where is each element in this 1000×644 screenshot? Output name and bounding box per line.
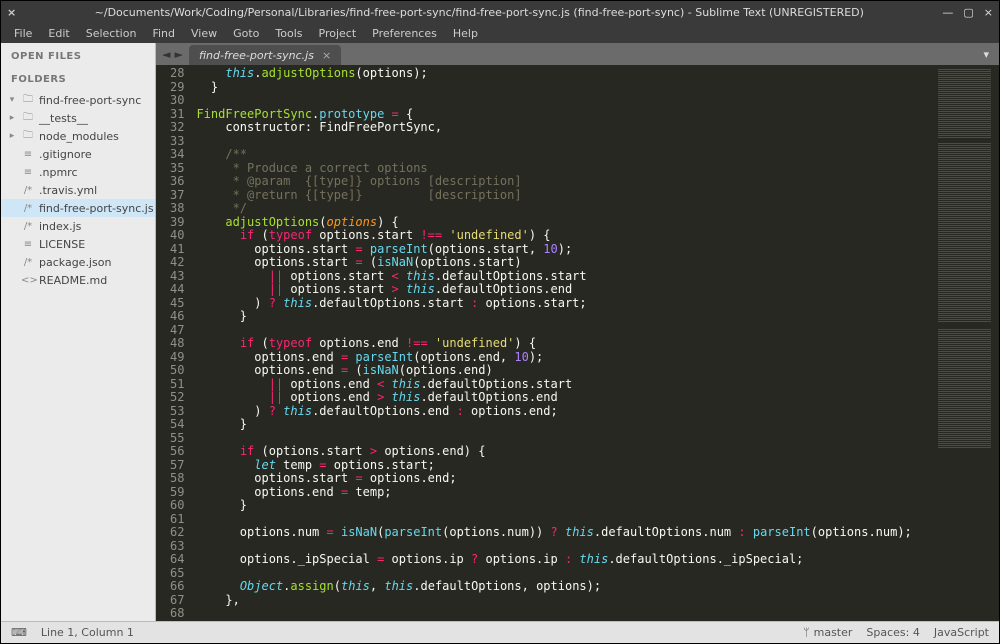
menu-edit[interactable]: Edit: [41, 25, 76, 42]
window-close-icon-right[interactable]: ×: [984, 6, 993, 19]
file-row[interactable]: /* package.json: [1, 253, 155, 271]
minimap-block: [938, 329, 991, 449]
menu-view[interactable]: View: [184, 25, 224, 42]
tree-item-label: README.md: [39, 274, 107, 287]
status-git-branch[interactable]: ᛘ master: [803, 626, 852, 639]
menu-bar: FileEditSelectionFindViewGotoToolsProjec…: [1, 23, 999, 43]
project-root[interactable]: ▾ 🗀 find-free-port-sync: [1, 91, 155, 109]
tree-item-label: .gitignore: [39, 148, 92, 161]
git-branch-icon: ᛘ: [803, 626, 810, 639]
file-icon: /*: [21, 257, 35, 268]
file-icon: /*: [21, 185, 35, 196]
menu-selection[interactable]: Selection: [79, 25, 144, 42]
chevron-down-icon: ▾: [7, 95, 17, 105]
sidebar: OPEN FILES FOLDERS ▾ 🗀 find-free-port-sy…: [1, 43, 156, 621]
menu-tools[interactable]: Tools: [268, 25, 309, 42]
window-minimize-icon[interactable]: —: [942, 6, 953, 19]
tab-nav-left-icon[interactable]: ◄: [162, 48, 170, 61]
file-icon: ≡: [21, 149, 35, 160]
window-titlebar: × ~/Documents/Work/Coding/Personal/Libra…: [1, 1, 999, 23]
file-icon: <>: [21, 275, 35, 286]
file-row[interactable]: /* find-free-port-sync.js: [1, 199, 155, 217]
tree-item-label: __tests__: [39, 112, 88, 125]
editor-area: ◄ ► find-free-port-sync.js × ▾ 282930313…: [156, 43, 999, 621]
tab-active[interactable]: find-free-port-sync.js ×: [189, 45, 341, 65]
status-syntax[interactable]: JavaScript: [934, 626, 989, 639]
file-row[interactable]: /* index.js: [1, 217, 155, 235]
minimap-block: [938, 143, 991, 323]
tree-item-label: package.json: [39, 256, 111, 269]
tree-item-label: .npmrc: [39, 166, 78, 179]
file-row[interactable]: <> README.md: [1, 271, 155, 289]
tab-bar: ◄ ► find-free-port-sync.js × ▾: [156, 43, 999, 65]
minimap[interactable]: [934, 65, 999, 621]
menu-goto[interactable]: Goto: [226, 25, 266, 42]
folder-row[interactable]: ▸ 🗀 node_modules: [1, 127, 155, 145]
file-icon: ≡: [21, 239, 35, 250]
file-row[interactable]: ≡ LICENSE: [1, 235, 155, 253]
folder-icon: 🗀: [21, 128, 35, 145]
code-editor[interactable]: this.adjustOptions(options); } FindFreeP…: [192, 65, 934, 621]
folders-header: FOLDERS: [1, 66, 155, 89]
line-gutter: 2829303132333435363738394041424344454647…: [156, 65, 192, 621]
minimap-block: [938, 69, 991, 139]
console-toggle-icon[interactable]: ⌨: [11, 626, 27, 639]
window-title: ~/Documents/Work/Coding/Personal/Librari…: [16, 6, 942, 19]
file-row[interactable]: ≡ .gitignore: [1, 145, 155, 163]
window-maximize-icon[interactable]: ▢: [963, 6, 973, 19]
code-container: 2829303132333435363738394041424344454647…: [156, 65, 999, 621]
chevron-right-icon: ▸: [7, 113, 17, 123]
status-indentation[interactable]: Spaces: 4: [866, 626, 919, 639]
git-branch-name: master: [814, 626, 853, 639]
tree-item-label: node_modules: [39, 130, 119, 143]
tree-item-label: .travis.yml: [39, 184, 97, 197]
tree-item-label: LICENSE: [39, 238, 85, 251]
folder-icon: 🗀: [21, 92, 35, 109]
tree-item-label: index.js: [39, 220, 81, 233]
tab-nav-right-icon[interactable]: ►: [174, 48, 182, 61]
menu-find[interactable]: Find: [145, 25, 182, 42]
file-icon: /*: [21, 221, 35, 232]
window-close-icon[interactable]: ×: [7, 6, 16, 19]
status-cursor-position[interactable]: Line 1, Column 1: [41, 626, 134, 639]
chevron-right-icon: ▸: [7, 131, 17, 141]
open-files-header: OPEN FILES: [1, 43, 155, 66]
file-icon: /*: [21, 203, 35, 214]
menu-project[interactable]: Project: [312, 25, 364, 42]
project-name: find-free-port-sync: [39, 94, 141, 107]
folder-icon: 🗀: [21, 110, 35, 127]
file-row[interactable]: ≡ .npmrc: [1, 163, 155, 181]
status-bar: ⌨ Line 1, Column 1 ᛘ master Spaces: 4 Ja…: [1, 621, 999, 643]
tab-menu-icon[interactable]: ▾: [973, 43, 999, 65]
menu-preferences[interactable]: Preferences: [365, 25, 444, 42]
menu-help[interactable]: Help: [446, 25, 485, 42]
file-icon: ≡: [21, 167, 35, 178]
file-row[interactable]: /* .travis.yml: [1, 181, 155, 199]
tree-item-label: find-free-port-sync.js: [39, 202, 154, 215]
folder-tree: ▾ 🗀 find-free-port-sync ▸ 🗀 __tests__ ▸ 🗀 nod…: [1, 89, 155, 291]
tab-close-icon[interactable]: ×: [322, 49, 331, 62]
folder-row[interactable]: ▸ 🗀 __tests__: [1, 109, 155, 127]
menu-file[interactable]: File: [7, 25, 39, 42]
tab-label: find-free-port-sync.js: [199, 49, 314, 62]
